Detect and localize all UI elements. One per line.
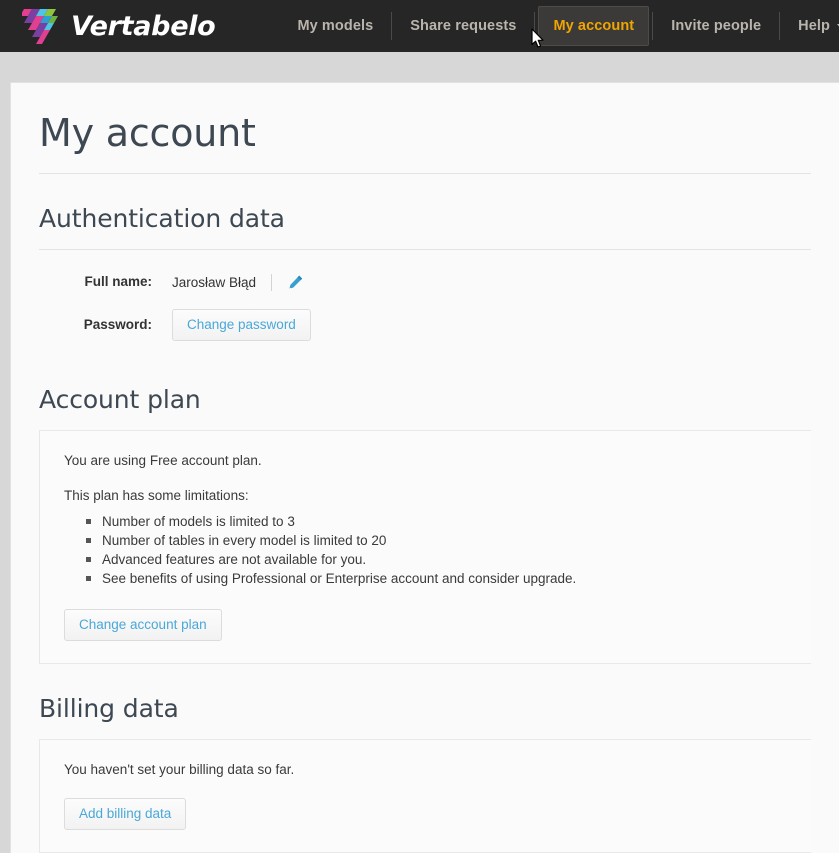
section-title-account-plan: Account plan	[39, 385, 201, 414]
billing-empty-text: You haven't set your billing data so far…	[64, 762, 295, 777]
nav-links: My models Share requests My account Invi…	[282, 6, 839, 46]
change-account-plan-button[interactable]: Change account plan	[64, 609, 222, 641]
brand-logo-link[interactable]: Vertabelo	[22, 0, 216, 52]
full-name-row: Full name: Jarosław Błąd	[39, 269, 811, 295]
section-title-billing-data: Billing data	[39, 694, 179, 723]
nav-separator	[652, 12, 654, 40]
page-background: My account Authentication data Full name…	[0, 52, 839, 853]
nav-item-help-label: Help	[798, 18, 830, 34]
nav-item-share-requests[interactable]: Share requests	[395, 6, 531, 46]
value-divider	[271, 273, 273, 291]
password-row: Password: Change password	[39, 309, 811, 341]
list-item: Number of tables in every model is limit…	[86, 531, 787, 550]
account-plan-panel: You are using Free account plan. This pl…	[39, 430, 811, 664]
add-billing-data-button[interactable]: Add billing data	[64, 798, 187, 830]
brand-name: Vertabelo	[71, 10, 216, 42]
vertabelo-diamond-logo-icon	[22, 6, 66, 46]
billing-data-panel: You haven't set your billing data so far…	[39, 739, 811, 853]
content-card: My account Authentication data Full name…	[10, 82, 839, 853]
limitations-list: Number of models is limited to 3 Number …	[64, 512, 787, 588]
current-plan-text: You are using Free account plan.	[64, 453, 262, 468]
nav-separator	[391, 12, 393, 40]
top-navigation-bar: Vertabelo My models Share requests My ac…	[0, 0, 839, 52]
authentication-form: Full name: Jarosław Błąd Password: Chang…	[39, 250, 811, 341]
section-title-authentication: Authentication data	[39, 204, 285, 233]
change-password-button[interactable]: Change password	[172, 309, 311, 341]
nav-item-my-models[interactable]: My models	[282, 6, 388, 46]
full-name-value-group: Jarosław Błąd	[172, 273, 304, 291]
full-name-value: Jarosław Błąd	[172, 274, 257, 290]
full-name-label: Full name:	[84, 274, 152, 289]
content-inner: My account Authentication data Full name…	[11, 83, 839, 853]
nav-item-help[interactable]: Help	[783, 6, 839, 46]
nav-item-my-account[interactable]: My account	[538, 6, 650, 46]
list-item: Advanced features are not available for …	[86, 550, 787, 569]
password-label: Password:	[83, 317, 152, 332]
limitations-intro: This plan has some limitations:	[64, 488, 249, 503]
password-value-group: Change password	[172, 309, 311, 341]
pencil-icon[interactable]	[287, 274, 304, 291]
nav-separator	[779, 12, 781, 40]
nav-item-invite-people[interactable]: Invite people	[656, 6, 776, 46]
nav-separator	[534, 12, 536, 40]
list-item: See benefits of using Professional or En…	[86, 569, 787, 588]
page-title: My account	[39, 111, 256, 155]
list-item: Number of models is limited to 3	[86, 512, 787, 531]
